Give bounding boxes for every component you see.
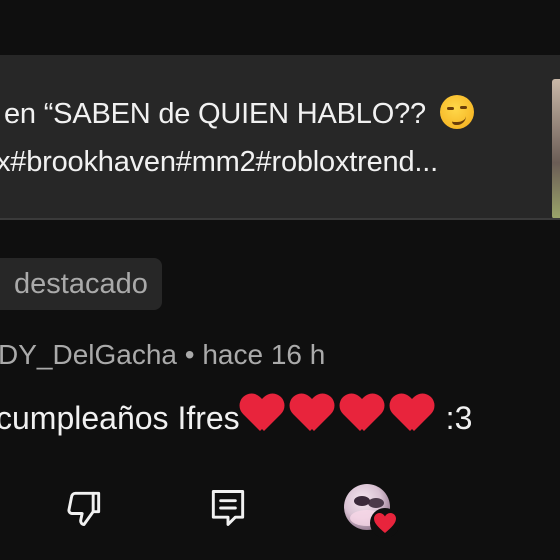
comment-actions bbox=[0, 480, 560, 540]
pinned-badge: destacado bbox=[0, 258, 162, 310]
comment-text: cumpleaños Ifres :3 bbox=[0, 393, 472, 437]
top-bar bbox=[0, 0, 560, 55]
creator-heart-badge bbox=[370, 508, 400, 538]
thumbs-down-icon bbox=[67, 491, 101, 526]
video-card[interactable]: en “SABEN de QUIEN HABLO?? x#brookhaven#… bbox=[0, 55, 560, 220]
reply-button[interactable] bbox=[200, 480, 256, 536]
comment-suffix: :3 bbox=[445, 400, 473, 436]
red-heart-emoji-icon bbox=[390, 393, 434, 433]
comment-body: cumpleaños Ifres bbox=[0, 400, 240, 436]
video-title-line: en “SABEN de QUIEN HABLO?? bbox=[4, 95, 474, 131]
red-heart-emoji-icon bbox=[340, 393, 384, 433]
meta-separator: • bbox=[176, 339, 203, 370]
creator-heart-icon bbox=[374, 513, 396, 533]
video-tags-line: x#brookhaven#mm2#robloxtrend... bbox=[0, 146, 438, 178]
creator-heart-button[interactable] bbox=[340, 482, 400, 538]
comment-time: hace 16 h bbox=[202, 339, 326, 370]
video-thumbnail[interactable] bbox=[552, 79, 560, 218]
reply-icon bbox=[211, 490, 245, 526]
red-heart-emoji-icon bbox=[290, 393, 334, 433]
smirk-emoji-icon bbox=[439, 95, 474, 129]
red-heart-emoji-icon bbox=[240, 393, 284, 433]
heart-emojis bbox=[240, 400, 440, 436]
dislike-button[interactable] bbox=[56, 480, 112, 536]
pinned-badge-label: destacado bbox=[14, 268, 148, 300]
comment-meta: DY_DelGacha • hace 16 h bbox=[0, 339, 325, 371]
comment-author[interactable]: DY_DelGacha bbox=[0, 339, 177, 370]
